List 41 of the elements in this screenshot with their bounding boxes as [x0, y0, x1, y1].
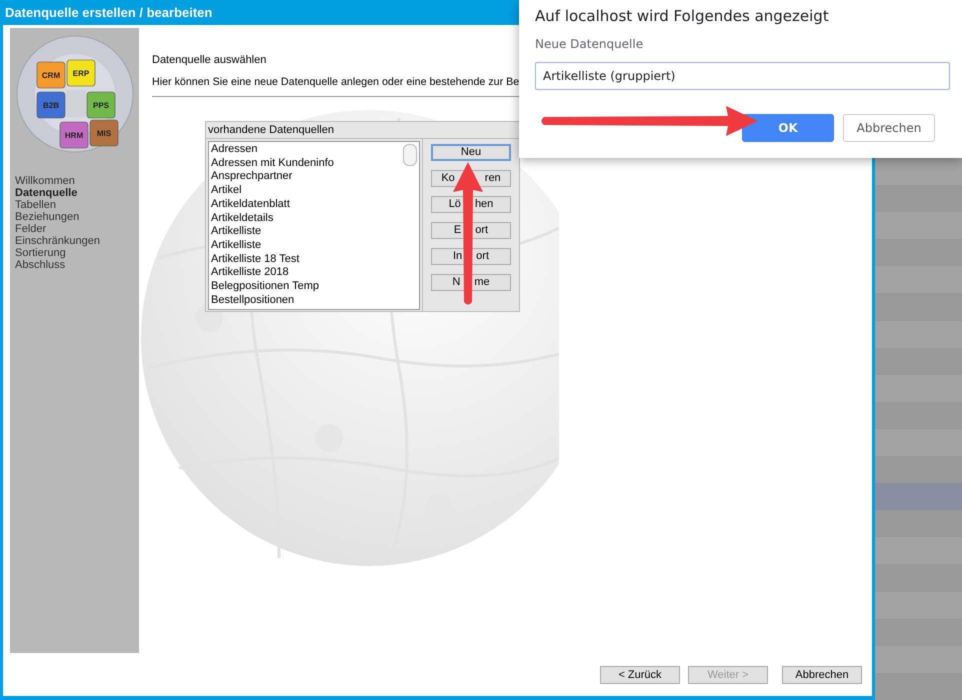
list-item[interactable]: Artikelliste 2018 [211, 266, 419, 280]
sidebar-item[interactable]: Willkommen [15, 175, 139, 187]
list-item[interactable]: Artikelliste [211, 238, 419, 253]
puzzle-piece: HRM [59, 122, 88, 148]
list-item[interactable]: Artikeldatenblatt [211, 198, 419, 212]
page-heading: Datenquelle auswählen [152, 54, 268, 67]
list-action-button[interactable]: N me [431, 274, 511, 291]
list-item[interactable]: Artikel [211, 184, 419, 198]
sidebar-item[interactable]: Tabellen [15, 199, 139, 211]
dialog-title: Auf localhost wird Folgendes angezeigt [535, 6, 830, 26]
list-item[interactable]: Ansprechpartner [211, 170, 419, 184]
dialog-button[interactable]: Abbrechen [843, 114, 935, 142]
sidebar-item[interactable]: Sortierung [15, 247, 139, 259]
list-item[interactable]: Artikelliste 18 Test [211, 252, 419, 266]
list-action-button[interactable]: Neu [431, 144, 511, 161]
puzzle-piece [66, 90, 86, 117]
puzzle-piece: PPS [86, 92, 115, 118]
puzzle-piece: MIS [89, 120, 118, 146]
scrollbar-thumb[interactable] [403, 144, 417, 166]
list-item[interactable]: Artikeldetails [211, 212, 419, 226]
sidebar-item[interactable]: Beziehungen [15, 211, 139, 223]
footer-button[interactable]: < Zurück [600, 666, 680, 684]
sidebar-item[interactable]: Felder [15, 223, 139, 235]
footer-button[interactable]: Abbrechen [782, 666, 862, 684]
list-item[interactable]: Bestellpositionen [211, 294, 419, 308]
dialog-button[interactable]: OK [742, 114, 834, 142]
input-field[interactable]: Artikelliste (gruppiert) [535, 62, 950, 90]
datasource-list[interactable]: Adressen Adressen mit Kundeninfo Ansprechpartner Artikel Artikeldatenblatt Artikeldetails Artikelliste Artikelliste Artikelliste 18 Test Artikelliste 2018 Belegpositionen Temp Bestellpositionen [208, 141, 420, 310]
list-item[interactable]: Adressen [211, 143, 419, 157]
group-title: vorhandene Datenquellen [207, 123, 335, 138]
page-description: Hier können Sie eine neue Datenquelle anlegen oder eine bestehende zur Be [152, 76, 520, 89]
list-item[interactable]: Artikelliste [211, 225, 419, 239]
puzzle-piece: B2B [36, 92, 65, 118]
list-item[interactable]: Adressen mit Kundeninfo [211, 156, 419, 170]
sidebar-item[interactable]: Datenquelle [15, 187, 139, 199]
puzzle-piece: ERP [66, 60, 95, 86]
list-item[interactable]: Belegpositionen Temp [211, 280, 419, 294]
sidebar-item[interactable]: Abschluss [15, 259, 139, 271]
sidebar-item[interactable]: Einschränkungen [15, 235, 139, 247]
dialog-label: Neue Datenquelle [535, 36, 644, 52]
puzzle-piece: CRM [36, 62, 65, 88]
